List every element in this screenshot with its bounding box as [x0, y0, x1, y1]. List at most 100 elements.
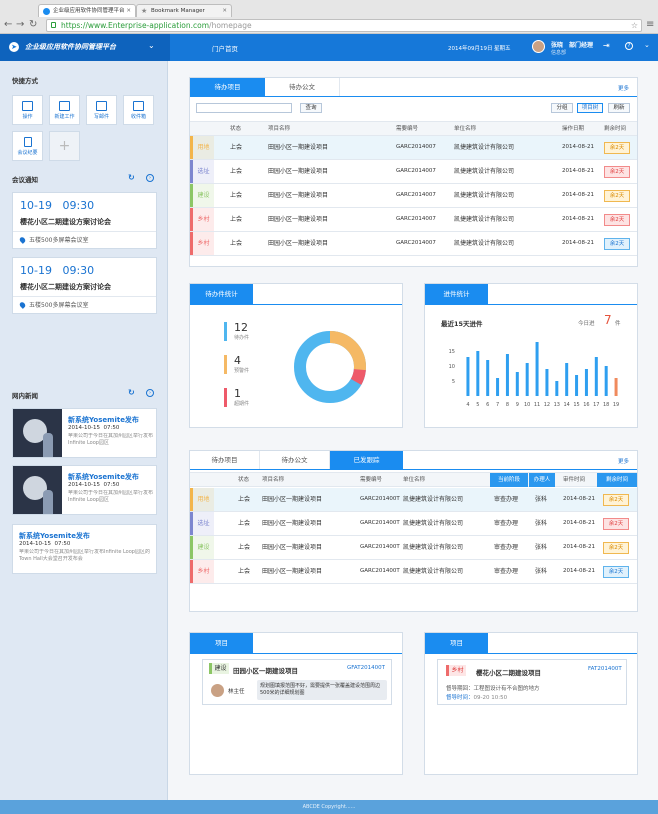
table-row[interactable]: 选址 上会 田园小区一期建设项目 GARC201400T 凯捷建筑设计有限公司 审查办理 张… [190, 512, 637, 536]
more-link[interactable]: 更多 [618, 457, 629, 465]
x-tick-label: 16 [583, 402, 589, 408]
tracking-panel: 待办项目 待办公文 已发跟踪 更多 状态 项目名称 需要编号 单位名称 当前阶段… [189, 450, 638, 612]
cell-project: 田园小区一期建设项目 [262, 520, 323, 527]
cell-status: 上会 [238, 520, 251, 527]
current-weekday: 星期五 [494, 46, 511, 52]
x-tick-label: 18 [603, 402, 609, 408]
project-tree-button[interactable]: 项目树 [577, 103, 603, 113]
project-card[interactable]: 建设 田园小区一期建设项目 GFAT201400T 林主任 规划图填报范围不好，… [202, 659, 392, 705]
tab-todo-documents[interactable]: 待办公文 [265, 78, 340, 96]
column-header: 剩余时间 [597, 473, 637, 487]
search-input[interactable] [196, 103, 292, 113]
cell-status: 上会 [230, 216, 243, 223]
quick-action-operate[interactable]: 操作 [12, 95, 43, 125]
location-pin-icon [18, 301, 27, 309]
close-tab-icon[interactable]: ✕ [126, 5, 131, 17]
news-item[interactable]: 新系统Yosemite发布 2014-10-15 07:50 苹果公司于今日在其… [12, 408, 157, 458]
next-icon[interactable]: › [146, 389, 154, 397]
category-tag: 建设 [190, 184, 214, 207]
meeting-name: 樱花小区二期建设方案讨论会 [20, 218, 111, 226]
refresh-button[interactable]: 刷新 [608, 103, 630, 113]
cell-date: 2014-08-21 [562, 240, 594, 246]
more-link[interactable]: 更多 [618, 84, 629, 92]
quick-action-inbox[interactable]: 收件箱 [123, 95, 154, 125]
cell-date: 2014-08-21 [563, 520, 595, 526]
logout-icon[interactable]: ⇥ [603, 41, 610, 50]
table-row[interactable]: 建设 上会 田园小区一期建设项目 GARC2014007 凯捷建筑设计有限公司 2014-… [190, 184, 637, 208]
x-tick-label: 4 [466, 402, 469, 408]
monitor-icon [22, 101, 33, 111]
quick-action-write-mail[interactable]: 写邮件 [86, 95, 117, 125]
tab-todo-projects[interactable]: 待办项目 [190, 78, 265, 96]
new-doc-icon [59, 101, 70, 111]
table-row[interactable]: 用地 上会 田园小区一期建设项目 GARC201400T 凯捷建筑设计有限公司 审查办理 张… [190, 488, 637, 512]
quick-action-new-work[interactable]: 新建工作 [49, 95, 80, 125]
address-bar[interactable]: https://www.Enterprise-application.com/h… [46, 19, 642, 32]
forward-icon[interactable]: → [16, 19, 24, 31]
column-header: 办理人 [529, 473, 555, 487]
browser-tab-active[interactable]: 企业级应用软件协同管理平台 ✕ [38, 4, 136, 17]
tab-title: 企业级应用软件协同管理平台 [53, 8, 125, 14]
cell-code: GARC201400T [360, 520, 400, 526]
news-item[interactable]: 新系统Yosemite发布 2014-10-15 07:50 苹果公司于今日在其… [12, 524, 157, 574]
cell-person: 张科 [535, 568, 548, 575]
table-row[interactable]: 用地 上会 田园小区一期建设项目 GARC2014007 凯捷建筑设计有限公司 2014-… [190, 136, 637, 160]
project-code: GFAT201400T [347, 665, 385, 671]
news-title: 网内新闻 [12, 392, 38, 400]
news-item[interactable]: 新系统Yosemite发布 2014-10-15 07:50 苹果公司于今日在其… [12, 465, 157, 515]
cell-project: 田园小区一期建设项目 [262, 496, 323, 503]
nav-home[interactable]: 门户首页 [212, 43, 238, 53]
browser-tab-bookmarks[interactable]: ★ Bookmark Manager ✕ [136, 4, 232, 17]
project-card[interactable]: 乡村 樱花小区二期建设项目 FAT201400T 督导期回：工程图设计有不合图的… [437, 659, 627, 705]
meeting-card[interactable]: 10-19 09:30 樱花小区二期建设方案讨论会 五楼500多屏幕会议室 [12, 257, 157, 314]
help-icon[interactable]: ? [625, 42, 633, 50]
x-tick-label: 12 [544, 402, 550, 408]
reload-icon[interactable]: ↻ [29, 19, 37, 31]
quick-action-notes[interactable]: 会议纪要 [12, 131, 43, 161]
cell-code: GARC2014007 [396, 144, 436, 150]
cell-company: 凯捷建筑设计有限公司 [403, 568, 464, 575]
category-tag: 乡村 [190, 232, 214, 255]
table-row[interactable]: 乡村 上会 田园小区一期建设项目 GARC2014007 凯捷建筑设计有限公司 2014-… [190, 208, 637, 232]
chevron-down-icon[interactable]: ⌄ [644, 41, 650, 49]
donut-chart [294, 331, 366, 403]
tab-sent-tracking[interactable]: 已发跟踪 [330, 451, 403, 469]
inbox-icon [133, 101, 144, 111]
x-tick-label: 11 [534, 402, 540, 408]
project-name: 樱花小区二期建设项目 [476, 669, 541, 677]
tab-todo-documents[interactable]: 待办公文 [260, 451, 330, 469]
refresh-icon[interactable]: ↻ [128, 388, 135, 397]
x-tick-label: 5 [476, 402, 479, 408]
bar [575, 375, 579, 396]
table-row[interactable]: 乡村 上会 田园小区一期建设项目 GARC2014007 凯捷建筑设计有限公司 2014-… [190, 232, 637, 256]
next-icon[interactable]: › [146, 174, 154, 182]
user-name[interactable]: 张晓 [551, 40, 563, 49]
back-icon[interactable]: ← [4, 19, 12, 31]
column-header: 状态 [230, 126, 242, 132]
group-button[interactable]: 分组 [551, 103, 573, 113]
supervision-note: 督导期回：工程图设计有不合图的地方 [446, 686, 540, 692]
close-tab-icon[interactable]: ✕ [222, 5, 227, 17]
bookmark-star-icon[interactable]: ☆ [631, 20, 638, 31]
category-tag: 用地 [190, 488, 214, 511]
menu-icon[interactable]: ≡ [646, 19, 654, 31]
cell-status: 上会 [238, 496, 251, 503]
chevron-down-icon[interactable]: ⌄ [148, 41, 155, 50]
category-tag: 乡村 [190, 560, 214, 583]
cell-code: GARC2014007 [396, 216, 436, 222]
table-row[interactable]: 建设 上会 田园小区一期建设项目 GARC201400T 凯捷建筑设计有限公司 审查办理 张… [190, 536, 637, 560]
cell-project: 田园小区一期建设项目 [262, 544, 323, 551]
refresh-icon[interactable]: ↻ [128, 173, 135, 182]
tab-todo-projects[interactable]: 待办项目 [190, 451, 260, 469]
search-button[interactable]: 查询 [300, 103, 322, 113]
bar [545, 369, 549, 396]
x-tick-label: 19 [613, 402, 619, 408]
table-row[interactable]: 选址 上会 田园小区一期建设项目 GARC2014007 凯捷建筑设计有限公司 2014-… [190, 160, 637, 184]
meeting-datetime: 10-19 09:30 [20, 264, 95, 277]
meeting-location: 五楼500多屏幕会议室 [13, 231, 156, 249]
avatar[interactable] [532, 40, 545, 53]
add-shortcut-button[interactable]: + [49, 131, 80, 161]
news-date: 2014-10-15 07:50 [68, 425, 120, 431]
table-row[interactable]: 乡村 上会 田园小区一期建设项目 GARC201400T 凯捷建筑设计有限公司 审查办理 张… [190, 560, 637, 584]
meeting-card[interactable]: 10-19 09:30 樱花小区二期建设方案讨论会 五楼500多屏幕会议室 [12, 192, 157, 249]
